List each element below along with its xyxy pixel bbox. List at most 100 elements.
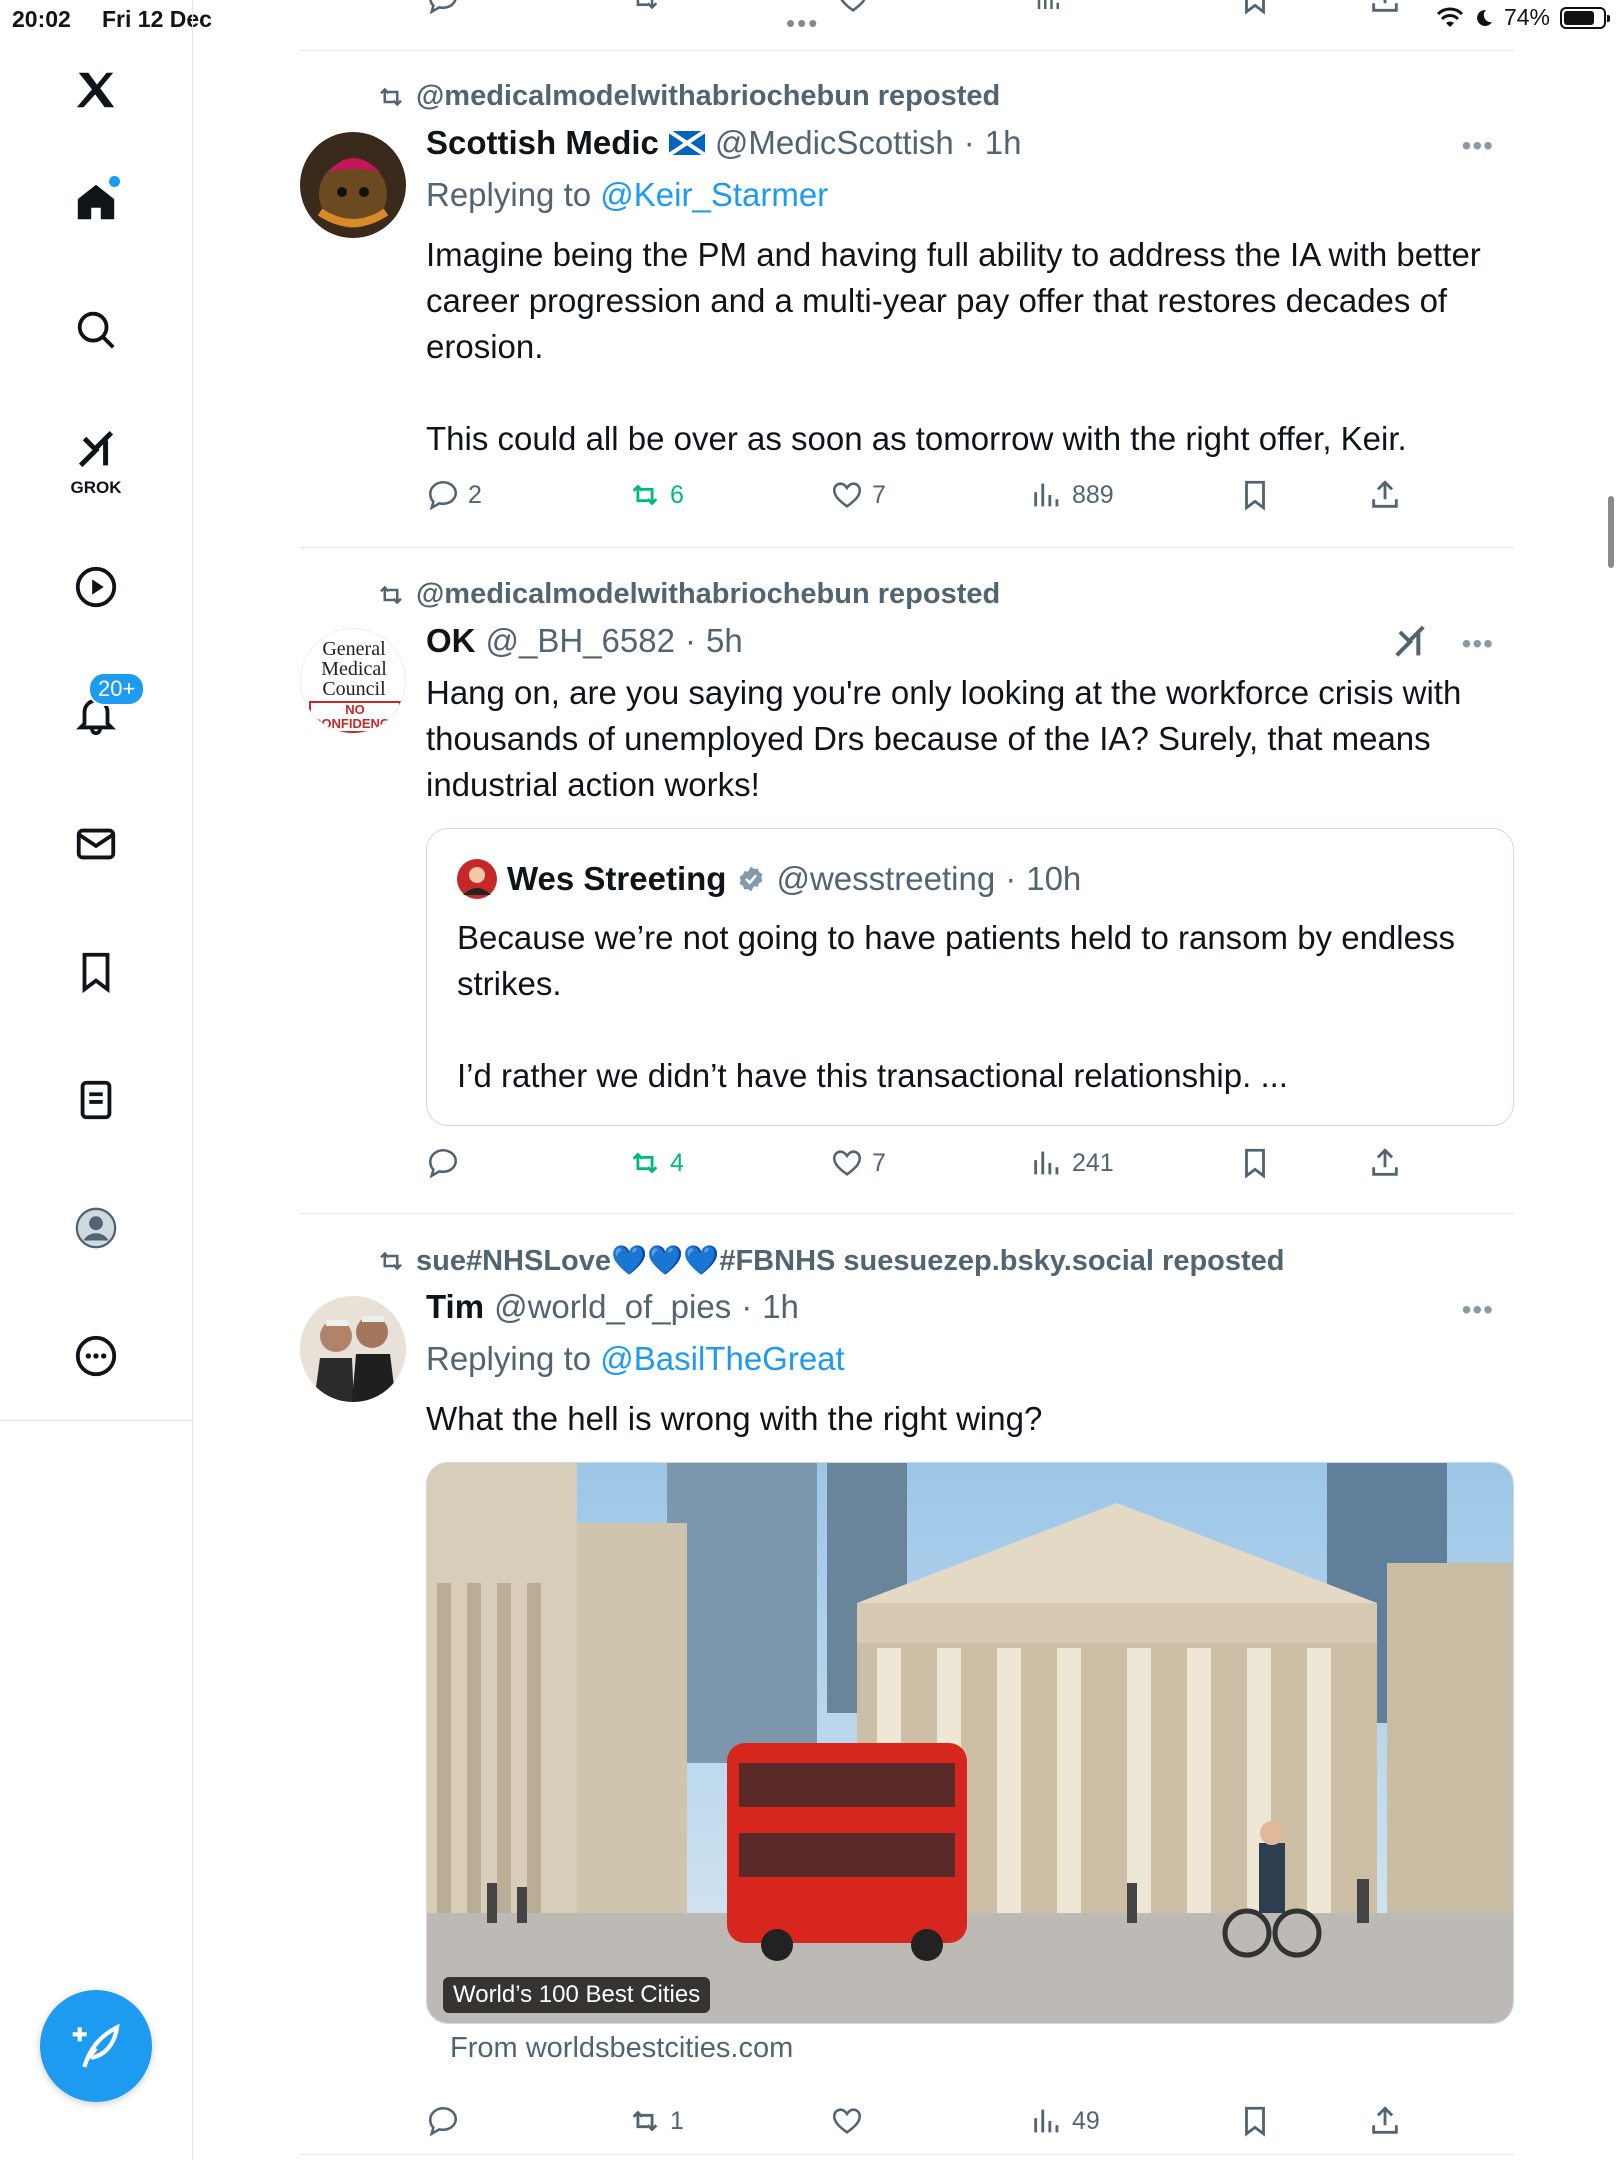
bookmark-button[interactable] xyxy=(1238,478,1272,512)
display-name[interactable]: Tim xyxy=(426,1288,484,1326)
like-icon[interactable] xyxy=(836,0,870,16)
views-button[interactable]: 49 xyxy=(1030,2104,1100,2138)
replying-prefix: Replying to xyxy=(426,176,592,213)
action-bar: 4 7 241 xyxy=(426,1146,1506,1186)
link-card-image[interactable]: World’s 100 Best Cities xyxy=(426,1462,1514,2024)
post-time[interactable]: 1h xyxy=(985,124,1022,162)
share-button[interactable] xyxy=(1368,1146,1402,1180)
more-options-icon[interactable]: ••• xyxy=(1462,130,1494,162)
more-options-icon[interactable]: ••• xyxy=(1462,1294,1494,1326)
bookmark-icon[interactable] xyxy=(1238,0,1272,16)
views-icon xyxy=(1034,2109,1059,2133)
repost-by: @medicalmodelwithabriochebun reposted xyxy=(416,80,1001,112)
avatar[interactable]: General Medical Council NO CONFIDENCE xyxy=(300,628,406,734)
replying-to-link[interactable]: @BasilTheGreat xyxy=(600,1340,844,1377)
previous-views-count: 19 xyxy=(1072,0,1100,7)
reply-button[interactable] xyxy=(426,1146,468,1180)
quoted-avatar xyxy=(457,859,497,899)
share-icon xyxy=(1372,2106,1398,2134)
like-icon xyxy=(832,482,862,508)
post-divider xyxy=(300,1213,1514,1214)
like-button[interactable]: 7 xyxy=(830,1146,886,1180)
quoted-display-name: Wes Streeting xyxy=(507,860,727,897)
nav-bookmarks[interactable] xyxy=(70,946,122,998)
reply-button[interactable] xyxy=(426,2104,468,2138)
repost-small-icon xyxy=(380,87,402,106)
views-icon xyxy=(1034,483,1059,507)
repost-line: @medicalmodelwithabriochebun reposted xyxy=(376,80,1000,113)
views-button[interactable]: 889 xyxy=(1030,478,1114,512)
handle[interactable]: @world_of_pies xyxy=(494,1288,731,1326)
nav-video[interactable] xyxy=(70,561,122,613)
share-icon[interactable] xyxy=(1368,0,1402,16)
list-icon xyxy=(80,1080,112,1120)
city-photo xyxy=(427,1463,1513,2023)
nav-more[interactable] xyxy=(70,1330,122,1382)
repost-by: @medicalmodelwithabriochebun reposted xyxy=(416,578,1001,610)
nav-notifications[interactable]: 20+ xyxy=(70,672,146,740)
views-icon xyxy=(1034,1151,1059,1175)
nav-home[interactable] xyxy=(70,176,122,228)
reply-icon xyxy=(428,2106,458,2137)
post-divider xyxy=(300,50,1514,51)
avatar-gmc-text: General Medical Council xyxy=(321,638,387,700)
nav-lists[interactable] xyxy=(70,1074,122,1126)
repost-count: 6 xyxy=(670,480,684,509)
replying-to: Replying to @Keir_Starmer xyxy=(426,176,828,214)
repost-line: sue#NHSLove💙💙💙#FBNHS suesuezep.bsky.soci… xyxy=(376,1244,1285,1278)
grok-explain-icon[interactable] xyxy=(1390,622,1430,662)
like-icon xyxy=(832,1150,862,1176)
sidebar-divider xyxy=(0,1420,192,1421)
post-time[interactable]: 1h xyxy=(762,1288,799,1326)
link-source[interactable]: From worldsbestcities.com xyxy=(450,2032,793,2065)
x-logo[interactable] xyxy=(70,64,122,116)
replying-to-link[interactable]: @Keir_Starmer xyxy=(600,176,828,213)
nav-profile[interactable] xyxy=(70,1202,122,1254)
views-button[interactable]: 241 xyxy=(1030,1146,1114,1180)
avatar-no-confidence-stamp: NO CONFIDENCE xyxy=(309,701,401,733)
share-button[interactable] xyxy=(1368,478,1402,512)
avatar-image xyxy=(300,1296,406,1402)
quoted-post[interactable]: Wes Streeting @wesstreeting · 10h Becaus… xyxy=(426,828,1514,1126)
reply-button[interactable]: 2 xyxy=(426,478,482,512)
reply-icon[interactable] xyxy=(426,0,460,16)
post-header: OK @_BH_6582 · 5h xyxy=(426,622,743,660)
scrollbar[interactable] xyxy=(1608,496,1614,568)
compose-button[interactable] xyxy=(40,1990,152,2102)
post-text: Hang on, are you saying you're only look… xyxy=(426,674,1471,803)
like-button[interactable]: 7 xyxy=(830,478,886,512)
dot-separator: · xyxy=(684,622,696,659)
avatar[interactable] xyxy=(300,132,406,238)
bookmark-button[interactable] xyxy=(1238,1146,1272,1180)
nav-search[interactable] xyxy=(70,304,122,356)
sidebar: GROK 20+ xyxy=(0,0,193,2160)
repost-small-icon xyxy=(380,585,402,604)
post-time[interactable]: 5h xyxy=(706,622,743,660)
repost-icon[interactable] xyxy=(628,0,662,16)
avatar-image xyxy=(300,132,406,238)
repost-button[interactable]: 6 xyxy=(628,478,684,512)
bookmark-icon xyxy=(82,952,110,994)
display-name[interactable]: OK xyxy=(426,622,476,660)
avatar[interactable] xyxy=(300,1296,406,1402)
link-card-title: World’s 100 Best Cities xyxy=(443,1977,711,2013)
handle[interactable]: @_BH_6582 xyxy=(486,622,675,660)
bookmark-button[interactable] xyxy=(1238,2104,1272,2138)
reply-icon xyxy=(428,1148,458,1179)
handle[interactable]: @MedicScottish xyxy=(715,124,954,162)
nav-messages[interactable] xyxy=(70,818,122,870)
nav-grok[interactable] xyxy=(70,424,122,476)
share-button[interactable] xyxy=(1368,2104,1402,2138)
repost-button[interactable]: 4 xyxy=(628,1146,684,1180)
views-icon[interactable] xyxy=(1034,0,1064,16)
bookmark-icon xyxy=(1245,480,1265,511)
display-name[interactable]: Scottish Medic xyxy=(426,124,659,162)
more-options-icon[interactable]: ••• xyxy=(1462,628,1494,660)
verified-badge-icon xyxy=(740,866,763,892)
repost-button[interactable]: 1 xyxy=(628,2104,684,2138)
scotland-flag-icon xyxy=(668,131,705,155)
battery-icon xyxy=(1560,6,1610,29)
dot-separator: · xyxy=(1005,860,1017,897)
like-button[interactable] xyxy=(830,2104,872,2138)
post-header: Tim @world_of_pies · 1h xyxy=(426,1288,799,1326)
